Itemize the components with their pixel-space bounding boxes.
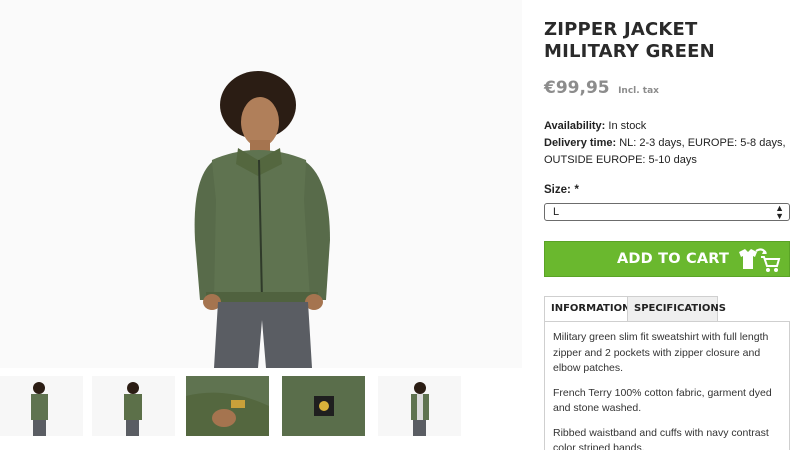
thumbnail-back[interactable]: [92, 376, 175, 436]
tab-specifications[interactable]: SPECIFICATIONS: [627, 296, 726, 322]
shirt-cart-icon: [735, 247, 781, 277]
product-main-image[interactable]: [0, 0, 522, 368]
delivery-label: Delivery time:: [544, 137, 617, 149]
size-label-text: Size:: [544, 184, 571, 196]
thumbnail-strip: [0, 376, 522, 438]
product-title: ZIPPER JACKET MILITARY GREEN: [544, 19, 715, 62]
thumbnail-sleeve-detail[interactable]: [186, 376, 269, 436]
add-to-cart-label: ADD TO CART: [617, 251, 730, 267]
tab-information[interactable]: INFORMATION: [544, 296, 630, 322]
size-selected-value: L: [553, 206, 560, 218]
info-paragraph: French Terry 100% cotton fabric, garment…: [553, 386, 772, 415]
information-content: Military green slim fit sweatshirt with …: [544, 321, 790, 450]
product-info-panel: ZIPPER JACKET MILITARY GREEN €99,95 Incl…: [544, 0, 792, 450]
model-photo: [0, 0, 522, 368]
thumbnail-patch-detail[interactable]: [282, 376, 365, 436]
thumbnail-open[interactable]: [378, 376, 461, 436]
info-paragraph: Military green slim fit sweatshirt with …: [553, 331, 769, 374]
product-tabs: INFORMATION SPECIFICATIONS: [544, 296, 790, 322]
availability-label: Availability:: [544, 120, 606, 132]
add-to-cart-button[interactable]: ADD TO CART: [544, 241, 790, 277]
required-mark: *: [574, 184, 579, 196]
product-price: €99,95: [544, 78, 610, 98]
price-row: €99,95 Incl. tax: [544, 78, 659, 98]
size-label: Size: *: [544, 184, 579, 196]
size-select[interactable]: L ▲ ▼: [544, 203, 790, 221]
select-arrows-icon: ▲ ▼: [775, 203, 784, 221]
thumbnail-front[interactable]: [0, 376, 83, 436]
info-paragraph: Ribbed waistband and cuffs with navy con…: [553, 426, 769, 450]
tax-note: Incl. tax: [618, 86, 659, 96]
delivery-line: Delivery time: NL: 2-3 days, EUROPE: 5-8…: [544, 135, 792, 169]
availability-line: Availability: In stock: [544, 118, 792, 135]
stock-delivery-info: Availability: In stock Delivery time: NL…: [544, 118, 792, 169]
availability-value: In stock: [608, 120, 647, 132]
